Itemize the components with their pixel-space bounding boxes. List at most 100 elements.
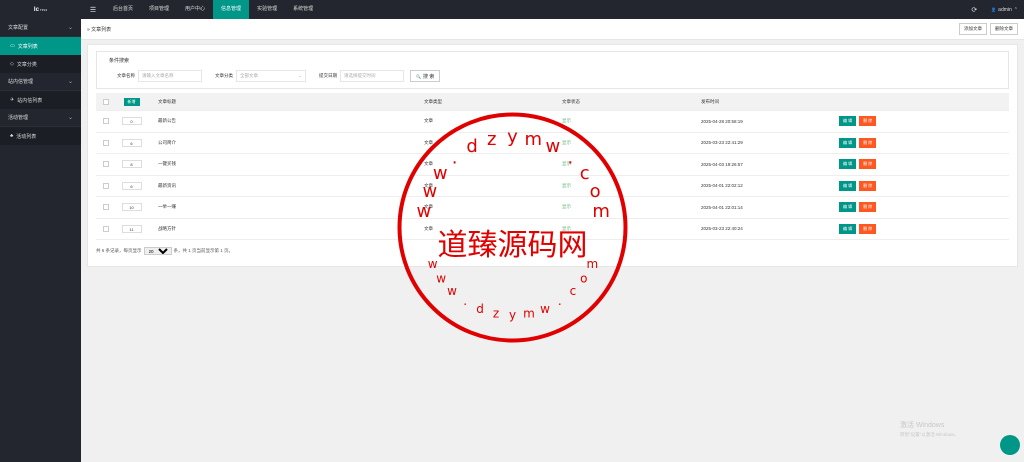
article-table: 新增 文章标题 文章类型 文章状态 发布时间 0 最新公告 文章 显示 2025… xyxy=(96,93,1009,240)
row-status: 显示 xyxy=(562,139,571,145)
breadcrumb: » 文章列表 xyxy=(87,26,112,33)
row-checkbox[interactable] xyxy=(103,225,109,232)
menu-toggle-icon[interactable]: ☰ xyxy=(81,6,105,14)
row-time: 2025-04-01 22:01:14 xyxy=(701,204,743,210)
club-icon: ♣ xyxy=(10,133,14,139)
delete-button[interactable]: 删 除 xyxy=(859,223,877,234)
delete-button[interactable]: 删 除 xyxy=(859,159,877,170)
edit-button[interactable]: 编 辑 xyxy=(839,137,857,148)
pager-prefix: 共 6 条记录，每页显示 xyxy=(96,248,142,253)
search-button[interactable]: 🔍 搜 索 xyxy=(410,70,441,82)
row-checkbox[interactable] xyxy=(103,118,109,125)
date-input[interactable]: 请选择提交时间 xyxy=(340,70,404,82)
send-icon: ✈ xyxy=(10,97,15,103)
sort-input[interactable]: 6 xyxy=(121,181,142,190)
table-row: 10 一举一赚 文章 显示 2025-04-01 22:01:14 编 辑删 除 xyxy=(96,197,1009,219)
row-status: 显示 xyxy=(562,118,571,124)
row-title: 一举一赚 xyxy=(158,204,176,210)
sort-input[interactable]: 8 xyxy=(121,160,142,169)
stamp-letter: y xyxy=(509,308,516,322)
topnav-experiment[interactable]: 实验管理 xyxy=(249,0,285,19)
row-type: 文章 xyxy=(424,161,433,167)
sidebar-item-article-list[interactable]: ▭ 文章列表 xyxy=(0,37,81,55)
sort-input[interactable]: 11 xyxy=(121,224,142,233)
sidebar-group-activity[interactable]: 活动管理 ⌄ xyxy=(0,109,81,127)
refresh-icon[interactable]: ⟳ xyxy=(971,6,977,14)
stamp-letter: w xyxy=(447,284,457,298)
row-type: 文章 xyxy=(424,139,433,145)
row-time: 2025-04-28 20:58:19 xyxy=(701,118,743,124)
row-title: 战略方针 xyxy=(158,225,176,231)
col-type: 文章类型 xyxy=(424,98,442,104)
stamp-letter: . xyxy=(463,294,467,308)
sidebar-group-article[interactable]: 文章配置 ⌄ xyxy=(0,19,81,37)
tag-icon: ◇ xyxy=(10,61,14,67)
sort-input[interactable]: 10 xyxy=(121,203,142,212)
row-title: 一键买钱 xyxy=(158,161,176,167)
topnav-home[interactable]: 后台首页 xyxy=(105,0,141,19)
table-header: 新增 文章标题 文章类型 文章状态 发布时间 xyxy=(96,93,1009,111)
select-all-checkbox[interactable] xyxy=(103,98,109,105)
row-time: 2025-04-03 19:26:57 xyxy=(701,161,743,167)
col-status: 文章状态 xyxy=(562,98,580,104)
table-row: 6 最新资讯 文章 显示 2025-04-01 22:02:12 编 辑删 除 xyxy=(96,176,1009,197)
table-row: 8 一键买钱 文章 显示 2025-04-03 19:26:57 编 辑删 除 xyxy=(96,154,1009,176)
delete-button[interactable]: 删 除 xyxy=(859,116,877,127)
table-row: 11 战略方针 文章 显示 2025-03-23 22:40:24 编 辑删 除 xyxy=(96,219,1009,240)
stamp-letter: d xyxy=(476,302,484,316)
add-article-button[interactable]: 添加文章 xyxy=(959,23,987,35)
sidebar-item-article-category[interactable]: ◇ 文章分类 xyxy=(0,55,81,73)
chevron-down-icon: ⌄ xyxy=(67,79,73,85)
floating-badge-icon[interactable] xyxy=(1000,435,1020,455)
edit-button[interactable]: 编 辑 xyxy=(839,223,857,234)
row-status: 显示 xyxy=(562,161,571,167)
row-time: 2025-03-23 22:41:29 xyxy=(701,140,743,146)
list-icon: ▭ xyxy=(10,43,15,49)
sort-input[interactable]: 6 xyxy=(121,138,142,147)
delete-button[interactable]: 删 除 xyxy=(859,137,877,148)
row-status: 显示 xyxy=(562,182,571,188)
stamp-letter: . xyxy=(558,294,562,308)
name-label: 文章名称 xyxy=(117,73,135,78)
topnav-users[interactable]: 用户中心 xyxy=(177,0,213,19)
topnav-info[interactable]: 信息管理 xyxy=(213,0,250,19)
header-actions: 添加文章 删除文章 xyxy=(959,23,1018,35)
activate-windows-notice: 激活 Windows 转到"设置"以激活 Windows。 xyxy=(900,420,959,438)
edit-button[interactable]: 编 辑 xyxy=(839,180,857,191)
top-bar: lc TPL3 ☰ 后台首页 项目管理 用户中心 信息管理 实验管理 系统管理 ⟳… xyxy=(0,0,1024,19)
new-button[interactable]: 新增 xyxy=(123,97,140,106)
row-time: 2025-04-01 22:02:12 xyxy=(701,183,743,189)
table-row: 6 公司简介 文章 显示 2025-03-23 22:41:29 编 辑删 除 xyxy=(96,133,1009,154)
chevron-down-icon: ⌄ xyxy=(67,25,73,31)
row-checkbox[interactable] xyxy=(103,182,109,189)
row-checkbox[interactable] xyxy=(103,139,109,146)
per-page-select[interactable]: 20 xyxy=(143,247,172,255)
stamp-letter: o xyxy=(580,272,587,286)
stamp-letter: m xyxy=(523,306,535,320)
sidebar-item-activity-list[interactable]: ♣ 活动列表 xyxy=(0,127,81,145)
row-title: 最新资讯 xyxy=(158,182,176,188)
topnav-system[interactable]: 系统管理 xyxy=(285,0,321,19)
delete-article-button[interactable]: 删除文章 xyxy=(990,23,1018,35)
edit-button[interactable]: 编 辑 xyxy=(839,116,857,127)
row-title: 公司简介 xyxy=(158,139,176,145)
topnav-projects[interactable]: 项目管理 xyxy=(141,0,177,19)
delete-button[interactable]: 删 除 xyxy=(859,180,877,191)
activate-title: 激活 Windows xyxy=(900,422,945,429)
edit-button[interactable]: 编 辑 xyxy=(839,159,857,170)
name-input[interactable]: 请输入文章名称 xyxy=(138,70,202,82)
row-type: 文章 xyxy=(424,204,433,210)
category-select[interactable]: 全部文章 ⌄ xyxy=(236,70,306,82)
edit-button[interactable]: 编 辑 xyxy=(839,202,857,213)
row-checkbox[interactable] xyxy=(103,204,109,211)
row-checkbox[interactable] xyxy=(103,161,109,168)
sidebar-item-message-list[interactable]: ✈ 站内信列表 xyxy=(0,91,81,109)
stamp-letter: z xyxy=(493,306,499,320)
user-menu[interactable]: 👤 admin ⌃ xyxy=(991,7,1018,13)
delete-button[interactable]: 删 除 xyxy=(859,202,877,213)
logo[interactable]: lc TPL3 xyxy=(0,0,81,19)
sidebar: 文章配置 ⌄ ▭ 文章列表 ◇ 文章分类 站内信管理 ⌄ ✈ 站内信列表 活动管… xyxy=(0,19,81,462)
sort-input[interactable]: 0 xyxy=(121,117,142,126)
pagination: 共 6 条记录，每页显示 20 条，共 1 页当前显示第 1 页。 xyxy=(96,247,233,255)
sidebar-group-messages[interactable]: 站内信管理 ⌄ xyxy=(0,73,81,91)
